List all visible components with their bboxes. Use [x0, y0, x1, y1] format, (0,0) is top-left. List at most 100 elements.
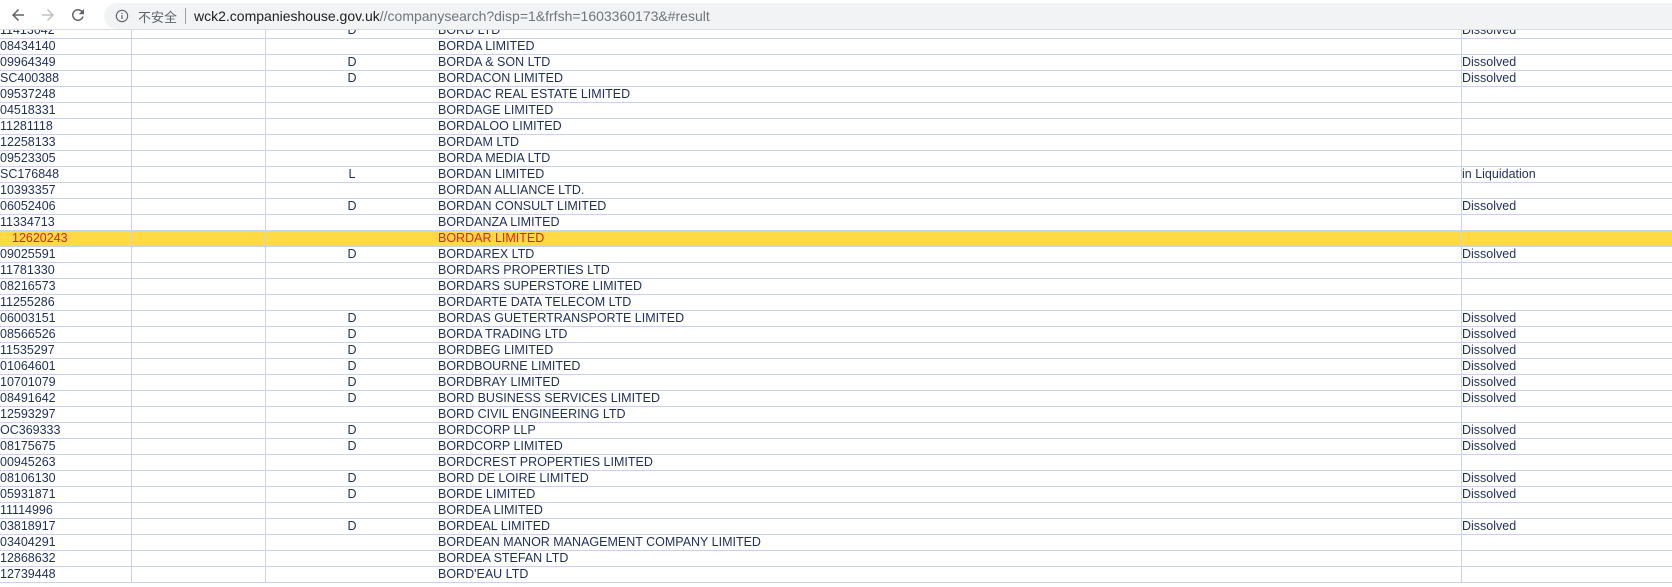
company-number[interactable]: 11781330 — [0, 263, 132, 278]
table-row[interactable]: 03818917 D BORDEAL LIMITED Dissolved — [0, 519, 1672, 535]
company-number[interactable]: 03818917 — [0, 519, 132, 534]
company-name-link[interactable]: BORDACON LIMITED — [438, 71, 1462, 86]
company-number[interactable]: 12739448 — [0, 567, 132, 582]
table-row[interactable]: SC400388 D BORDACON LIMITED Dissolved — [0, 71, 1672, 87]
company-number[interactable]: 12258133 — [0, 135, 132, 150]
company-name-link[interactable]: BORDANZA LIMITED — [438, 215, 1462, 230]
company-name-link[interactable]: BORDAR LIMITED — [438, 231, 1462, 246]
company-name-link[interactable]: BORDARS SUPERSTORE LIMITED — [438, 279, 1462, 294]
company-number[interactable]: 09537248 — [0, 87, 132, 102]
company-number[interactable]: 12620243 — [0, 231, 132, 246]
company-name-link[interactable]: BORD LTD — [438, 30, 1462, 38]
table-row[interactable]: 04518331 BORDAGE LIMITED — [0, 103, 1672, 119]
table-row[interactable]: 08491642 D BORD BUSINESS SERVICES LIMITED D… — [0, 391, 1672, 407]
company-name-link[interactable]: BORDA MEDIA LTD — [438, 151, 1462, 166]
company-number[interactable]: 08216573 — [0, 279, 132, 294]
company-name-link[interactable]: BORD DE LOIRE LIMITED — [438, 471, 1462, 486]
table-row[interactable]: 09537248 BORDAC REAL ESTATE LIMITED — [0, 87, 1672, 103]
table-row[interactable]: 08106130 D BORD DE LOIRE LIMITED Dissolved — [0, 471, 1672, 487]
company-number[interactable]: 01064601 — [0, 359, 132, 374]
table-row[interactable]: 12258133 BORDAM LTD — [0, 135, 1672, 151]
company-number[interactable]: 03404291 — [0, 535, 132, 550]
company-name-link[interactable]: BORDEAL LIMITED — [438, 519, 1462, 534]
company-name-link[interactable]: BORDAN ALLIANCE LTD. — [438, 183, 1462, 198]
company-number[interactable]: 08566526 — [0, 327, 132, 342]
company-number[interactable]: 00945263 — [0, 455, 132, 470]
company-number[interactable]: 09964349 — [0, 55, 132, 70]
company-name-link[interactable]: BORDBRAY LIMITED — [438, 375, 1462, 390]
company-number[interactable]: 12593297 — [0, 407, 132, 422]
company-name-link[interactable]: BORD CIVIL ENGINEERING LTD — [438, 407, 1462, 422]
company-number[interactable]: 05931871 — [0, 487, 132, 502]
company-name-link[interactable]: BORDEA LIMITED — [438, 503, 1462, 518]
company-name-link[interactable]: BORDEA STEFAN LTD — [438, 551, 1462, 566]
company-number[interactable]: 06052406 — [0, 199, 132, 214]
company-name-link[interactable]: BORDAGE LIMITED — [438, 103, 1462, 118]
back-button[interactable] — [6, 3, 30, 27]
company-name-link[interactable]: BORDALOO LIMITED — [438, 119, 1462, 134]
company-name-link[interactable]: BORDAREX LTD — [438, 247, 1462, 262]
company-number[interactable]: 11114996 — [0, 503, 132, 518]
company-name-link[interactable]: BORDCORP LLP — [438, 423, 1462, 438]
company-number[interactable]: OC369333 — [0, 423, 132, 438]
table-row[interactable]: 12868632 BORDEA STEFAN LTD — [0, 551, 1672, 567]
company-number[interactable]: 09025591 — [0, 247, 132, 262]
reload-button[interactable] — [66, 3, 90, 27]
url-text[interactable]: wck2.companieshouse.gov.uk//companysearc… — [194, 8, 710, 24]
table-row[interactable]: 00945263 BORDCREST PROPERTIES LIMITED — [0, 455, 1672, 471]
company-name-link[interactable]: BORDARTE DATA TELECOM LTD — [438, 295, 1462, 310]
company-number[interactable]: 08434140 — [0, 39, 132, 54]
table-row[interactable]: 11255286 BORDARTE DATA TELECOM LTD — [0, 295, 1672, 311]
table-row[interactable]: 11413042 D BORD LTD Dissolved — [0, 30, 1672, 39]
company-number[interactable]: 06003151 — [0, 311, 132, 326]
table-row[interactable]: 11535297 D BORDBEG LIMITED Dissolved — [0, 343, 1672, 359]
table-row[interactable]: OC369333 D BORDCORP LLP Dissolved — [0, 423, 1672, 439]
table-row[interactable]: 08175675 D BORDCORP LIMITED Dissolved — [0, 439, 1672, 455]
table-row-highlighted[interactable]: 12620243 BORDAR LIMITED — [0, 231, 1672, 247]
table-row[interactable]: 08434140 BORDA LIMITED — [0, 39, 1672, 55]
company-name-link[interactable]: BORDEAN MANOR MANAGEMENT COMPANY LIMITED — [438, 535, 1462, 550]
table-row[interactable]: 05931871 D BORDE LIMITED Dissolved — [0, 487, 1672, 503]
table-row[interactable]: 10393357 BORDAN ALLIANCE LTD. — [0, 183, 1672, 199]
company-number[interactable]: 11535297 — [0, 343, 132, 358]
company-name-link[interactable]: BORDBOURNE LIMITED — [438, 359, 1462, 374]
table-row[interactable]: SC176848 L BORDAN LIMITED in Liquidation — [0, 167, 1672, 183]
table-row[interactable]: 11114996 BORDEA LIMITED — [0, 503, 1672, 519]
table-row[interactable]: 12739448 BORD'EAU LTD — [0, 567, 1672, 583]
company-name-link[interactable]: BORDCREST PROPERTIES LIMITED — [438, 455, 1462, 470]
table-row[interactable]: 09964349 D BORDA & SON LTD Dissolved — [0, 55, 1672, 71]
table-row[interactable]: 11781330 BORDARS PROPERTIES LTD — [0, 263, 1672, 279]
table-row[interactable]: 11334713 BORDANZA LIMITED — [0, 215, 1672, 231]
company-name-link[interactable]: BORDA LIMITED — [438, 39, 1462, 54]
table-row[interactable]: 06052406 D BORDAN CONSULT LIMITED Dissolved — [0, 199, 1672, 215]
table-row[interactable]: 01064601 D BORDBOURNE LIMITED Dissolved — [0, 359, 1672, 375]
table-row[interactable]: 08216573 BORDARS SUPERSTORE LIMITED — [0, 279, 1672, 295]
table-row[interactable]: 09523305 BORDA MEDIA LTD — [0, 151, 1672, 167]
company-number[interactable]: 09523305 — [0, 151, 132, 166]
company-name-link[interactable]: BORDAC REAL ESTATE LIMITED — [438, 87, 1462, 102]
forward-button[interactable] — [36, 3, 60, 27]
company-name-link[interactable]: BORDA & SON LTD — [438, 55, 1462, 70]
company-number[interactable]: 10701079 — [0, 375, 132, 390]
company-name-link[interactable]: BORDBEG LIMITED — [438, 343, 1462, 358]
company-name-link[interactable]: BORD'EAU LTD — [438, 567, 1462, 582]
info-icon[interactable] — [114, 8, 130, 24]
table-row[interactable]: 10701079 D BORDBRAY LIMITED Dissolved — [0, 375, 1672, 391]
company-name-link[interactable]: BORDCORP LIMITED — [438, 439, 1462, 454]
company-number[interactable]: 10393357 — [0, 183, 132, 198]
company-number[interactable]: 12868632 — [0, 551, 132, 566]
company-name-link[interactable]: BORDE LIMITED — [438, 487, 1462, 502]
company-number[interactable]: 11255286 — [0, 295, 132, 310]
company-number[interactable]: 04518331 — [0, 103, 132, 118]
company-name-link[interactable]: BORDAN LIMITED — [438, 167, 1462, 182]
security-label[interactable]: 不安全 — [138, 7, 177, 26]
company-name-link[interactable]: BORDAN CONSULT LIMITED — [438, 199, 1462, 214]
table-row[interactable]: 03404291 BORDEAN MANOR MANAGEMENT COMPANY… — [0, 535, 1672, 551]
company-name-link[interactable]: BORDA TRADING LTD — [438, 327, 1462, 342]
company-name-link[interactable]: BORDARS PROPERTIES LTD — [438, 263, 1462, 278]
table-row[interactable]: 06003151 D BORDAS GUETERTRANSPORTE LIMITED… — [0, 311, 1672, 327]
table-row[interactable]: 08566526 D BORDA TRADING LTD Dissolved — [0, 327, 1672, 343]
table-row[interactable]: 11281118 BORDALOO LIMITED — [0, 119, 1672, 135]
company-number[interactable]: 11413042 — [0, 30, 132, 38]
table-row[interactable]: 12593297 BORD CIVIL ENGINEERING LTD — [0, 407, 1672, 423]
